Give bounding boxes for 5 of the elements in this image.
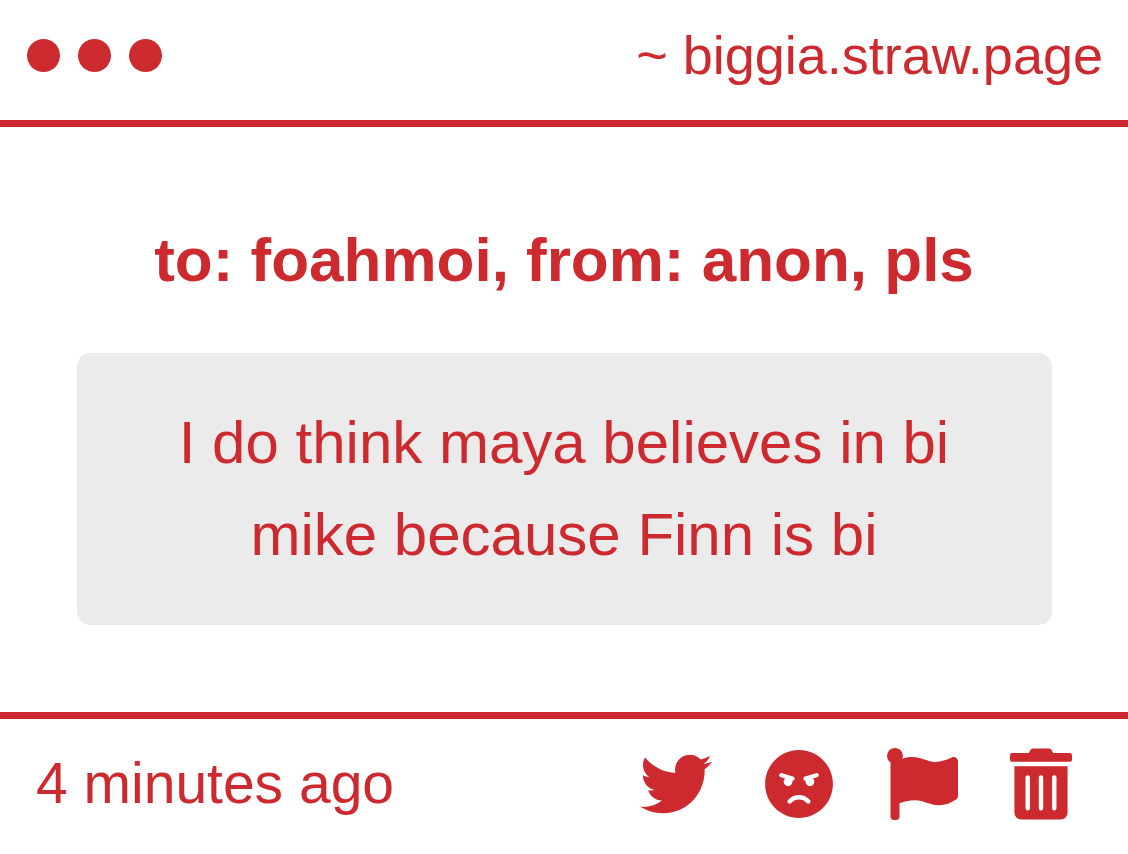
flag-icon[interactable] — [886, 747, 958, 820]
message-text: I do think maya believes in bi mike because Finn is bi — [177, 408, 951, 570]
trash-icon[interactable] — [1010, 747, 1072, 820]
post-title: to: foahmoi, from: anon, pls — [154, 224, 974, 296]
angry-face-icon[interactable] — [764, 748, 834, 819]
